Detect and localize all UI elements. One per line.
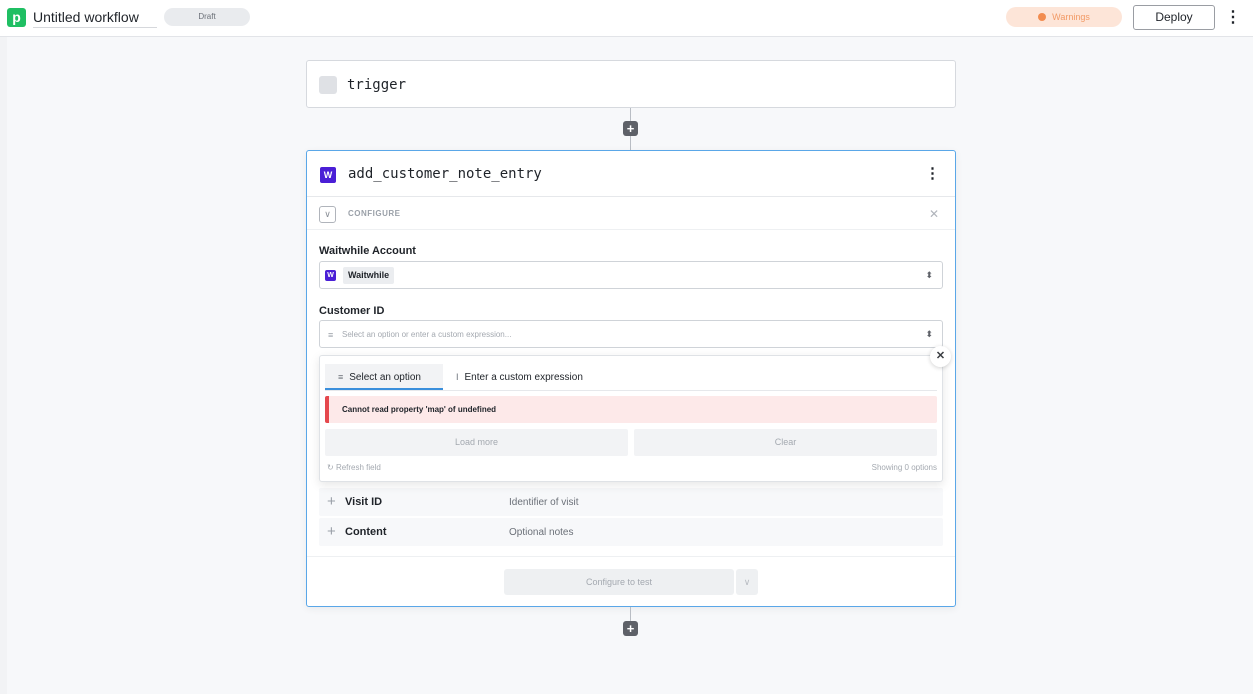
workflow-title-input[interactable]: Untitled workflow [33,6,157,28]
error-alert: Cannot read property 'map' of undefined [325,396,937,423]
waitwhile-icon: W [320,167,336,183]
tabs-divider [325,390,937,391]
tab-select-label: Select an option [349,372,421,383]
load-more-button[interactable]: Load more [325,429,628,456]
customer-id-label: Customer ID [319,305,385,317]
add-param-icon[interactable]: + [327,523,336,541]
add-step-icon[interactable]: + [623,621,638,636]
tab-select-option[interactable]: ≡ Select an option [325,364,443,390]
connector-line [630,607,631,621]
step-footer: Configure to test ∨ [307,556,955,606]
chevron-down-icon[interactable]: ∨ [736,569,758,595]
select-arrows-icon: ⬍ [925,329,933,339]
refresh-label: Refresh field [335,463,381,472]
text-cursor-icon: I [456,372,459,382]
warning-dot-icon [1038,13,1047,21]
customer-id-select[interactable]: ≡ Select an option or enter a custom exp… [319,320,943,348]
tab-expression-label: Enter a custom expression [464,372,583,383]
trigger-card[interactable]: trigger [306,60,956,108]
pin-off-icon[interactable]: ✕ [927,206,941,222]
param-row-content[interactable]: + Content Optional notes [319,518,943,546]
customer-id-placeholder: Select an option or enter a custom expre… [342,330,512,339]
status-badge: Draft [164,8,250,26]
trigger-icon [319,76,337,94]
configure-section-toggle[interactable]: ∨ CONFIGURE ✕ [307,198,955,230]
configure-to-test-button[interactable]: Configure to test [504,569,734,595]
error-message: Cannot read property 'map' of undefined [342,405,497,414]
tab-custom-expression[interactable]: I Enter a custom expression [450,364,650,390]
clear-button[interactable]: Clear [634,429,937,456]
account-field-label: Waitwhile Account [319,245,416,257]
list-icon: ≡ [328,330,334,340]
waitwhile-account-icon: W [325,270,336,281]
param-name: Visit ID [345,496,383,508]
app-logo-icon[interactable]: p [7,8,26,27]
configure-label: CONFIGURE [348,209,401,218]
add-param-icon[interactable]: + [327,493,336,511]
param-description: Optional notes [509,527,574,538]
step-menu-icon[interactable]: ⋮ [925,163,940,185]
warnings-label: Warnings [1052,12,1090,22]
trigger-name: trigger [347,77,407,93]
refresh-icon: ↻ [327,463,334,472]
more-options-icon[interactable]: ⋮ [1225,6,1241,30]
step-header: W add_customer_note_entry ⋮ [307,151,955,197]
account-value: Waitwhile [343,267,395,284]
add-step-icon[interactable]: + [623,121,638,136]
param-name: Content [345,526,387,538]
warnings-button[interactable]: Warnings [1006,7,1122,27]
param-description: Identifier of visit [509,497,579,508]
customer-id-dropdown: ≡ Select an option I Enter a custom expres… [319,355,943,482]
account-select[interactable]: W Waitwhile ⬍ [319,261,943,289]
refresh-field-link[interactable]: ↻ Refresh field [327,463,381,473]
step-name[interactable]: add_customer_note_entry [348,164,542,184]
close-icon[interactable]: ✕ [930,346,951,367]
top-bar: p Untitled workflow Draft Warnings Deplo… [0,0,1253,37]
select-arrows-icon: ⬍ [925,270,933,280]
list-icon: ≡ [338,372,344,382]
deploy-button[interactable]: Deploy [1133,5,1215,30]
param-row-visit-id[interactable]: + Visit ID Identifier of visit [319,488,943,516]
options-count: Showing 0 options [871,463,937,472]
chevron-down-icon[interactable]: ∨ [319,206,336,223]
